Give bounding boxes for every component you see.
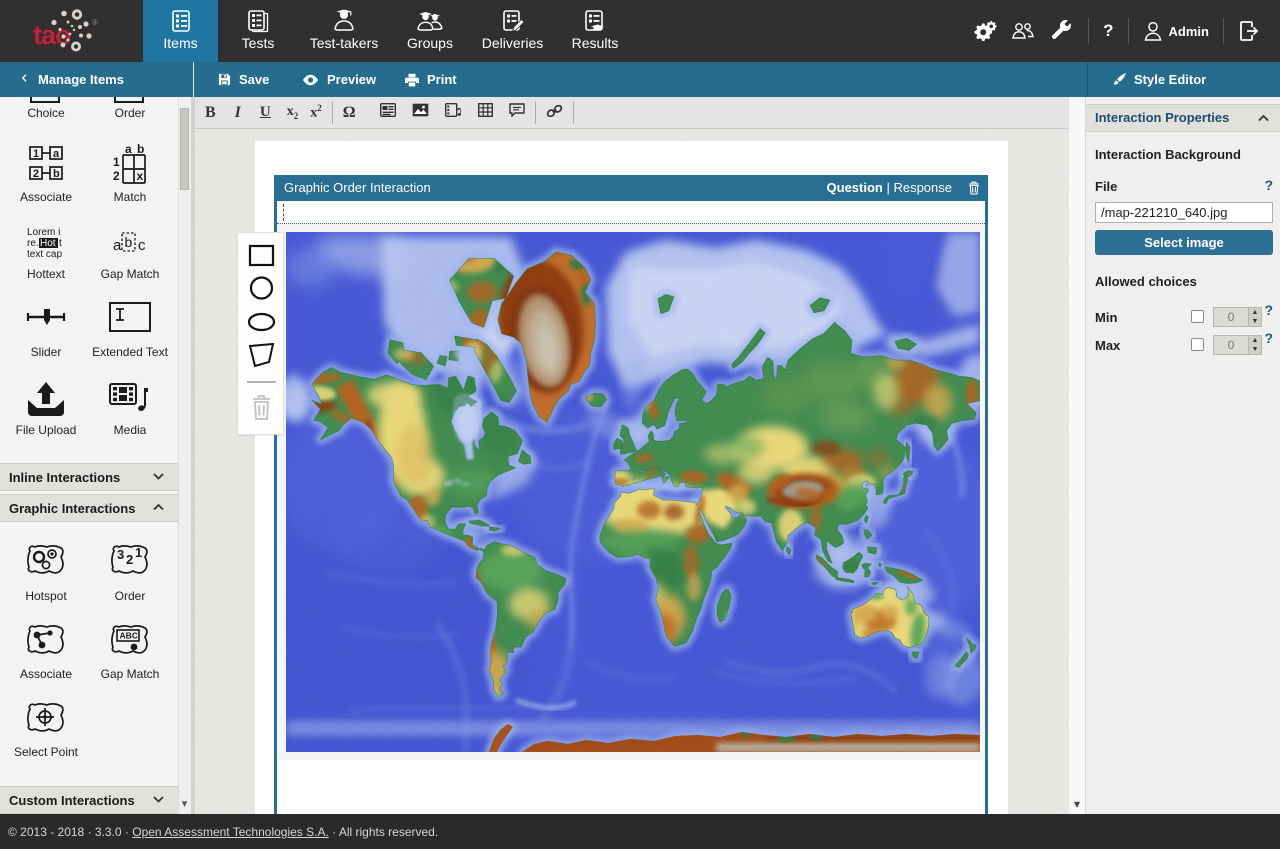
svg-text:2: 2	[126, 552, 133, 567]
svg-text:1: 1	[113, 155, 120, 169]
svg-text:b: b	[137, 143, 144, 156]
svg-text:text cap: text cap	[27, 249, 62, 260]
svg-text:®: ®	[92, 18, 98, 27]
svg-text:3: 3	[117, 547, 124, 562]
svg-text:re.: re.	[27, 238, 39, 249]
svg-text:c: c	[138, 237, 146, 254]
svg-text:t: t	[59, 238, 62, 249]
svg-text:Hot: Hot	[40, 238, 56, 249]
svg-text:1: 1	[135, 545, 142, 560]
svg-text:b: b	[125, 234, 133, 250]
svg-text:a: a	[125, 143, 132, 156]
svg-text:x: x	[137, 169, 144, 183]
svg-text:ABC: ABC	[120, 631, 138, 641]
svg-text:1: 1	[33, 148, 39, 160]
svg-text:a: a	[113, 237, 122, 254]
svg-text:Lorem i: Lorem i	[27, 227, 60, 238]
svg-text:2: 2	[33, 168, 39, 180]
svg-text:a: a	[53, 148, 60, 160]
svg-text:b: b	[53, 168, 60, 180]
svg-text:2: 2	[113, 169, 120, 183]
